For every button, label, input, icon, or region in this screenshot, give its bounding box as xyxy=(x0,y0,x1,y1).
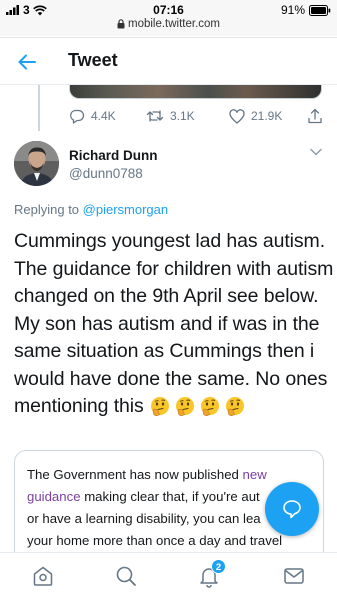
retweet-count: 3.1K xyxy=(170,109,195,123)
battery-icon xyxy=(309,4,331,16)
quoted-text-line4: your home more than once a day and trave… xyxy=(27,533,283,548)
browser-url-bar[interactable]: mobile.twitter.com xyxy=(0,18,337,36)
chevron-down-icon[interactable] xyxy=(310,148,322,156)
back-arrow-icon[interactable] xyxy=(16,51,38,73)
share-action[interactable] xyxy=(307,108,323,124)
retweet-icon xyxy=(146,110,164,122)
page-title: Tweet xyxy=(68,50,118,70)
search-icon[interactable] xyxy=(114,564,138,588)
thinking-face-icon xyxy=(176,396,194,416)
retweet-action[interactable]: 3.1K xyxy=(146,109,195,123)
tweet-text: Cummings youngest lad has autism. The gu… xyxy=(14,230,334,417)
tweet-body: Cummings youngest lad has autism. The gu… xyxy=(14,228,334,421)
like-action[interactable]: 21.9K xyxy=(229,108,283,124)
thinking-face-icon xyxy=(151,396,169,416)
battery-area: 91% xyxy=(281,3,331,17)
profile-photo xyxy=(14,141,59,186)
emoji-group xyxy=(149,396,246,418)
replying-to-line: Replying to @piersmorgan xyxy=(14,202,168,217)
tweet-header: Tweet xyxy=(0,38,337,85)
share-icon xyxy=(308,108,322,124)
quoted-text-cont: making clear that, if you're aut xyxy=(80,489,260,504)
battery-percent: 91% xyxy=(280,3,305,17)
author-name[interactable]: Richard Dunn xyxy=(69,148,158,163)
parent-tweet-image[interactable] xyxy=(69,85,322,99)
like-count: 21.9K xyxy=(251,109,283,123)
thinking-face-icon xyxy=(201,396,219,416)
home-icon[interactable] xyxy=(31,564,55,588)
parent-tweet-actions: 4.4K 3.1K 21.9K xyxy=(69,106,327,126)
author-handle[interactable]: @dunn0788 xyxy=(69,166,143,181)
reply-count: 4.4K xyxy=(91,109,116,123)
avatar[interactable] xyxy=(14,141,59,186)
compose-reply-button[interactable] xyxy=(265,482,319,536)
notification-badge: 2 xyxy=(211,559,226,574)
replying-prefix: Replying to xyxy=(14,202,80,217)
url-text: mobile.twitter.com xyxy=(127,18,221,30)
quoted-text-line3: or have a learning disability, you can l… xyxy=(27,511,261,526)
speech-bubble-icon xyxy=(283,500,301,519)
heart-icon xyxy=(229,108,245,124)
reply-action[interactable]: 4.4K xyxy=(69,108,116,124)
quoted-text-intro: The Government has now published xyxy=(27,467,243,482)
lock-icon xyxy=(117,19,125,29)
reply-icon xyxy=(70,109,85,124)
mail-icon[interactable] xyxy=(282,564,306,588)
bottom-navigation: 2 xyxy=(0,552,337,600)
thinking-face-icon xyxy=(226,396,244,416)
mention-link[interactable]: @piersmorgan xyxy=(83,202,168,217)
thread-connector-line xyxy=(38,85,40,131)
ios-status-bar: 3 07:16 91% xyxy=(0,0,337,20)
